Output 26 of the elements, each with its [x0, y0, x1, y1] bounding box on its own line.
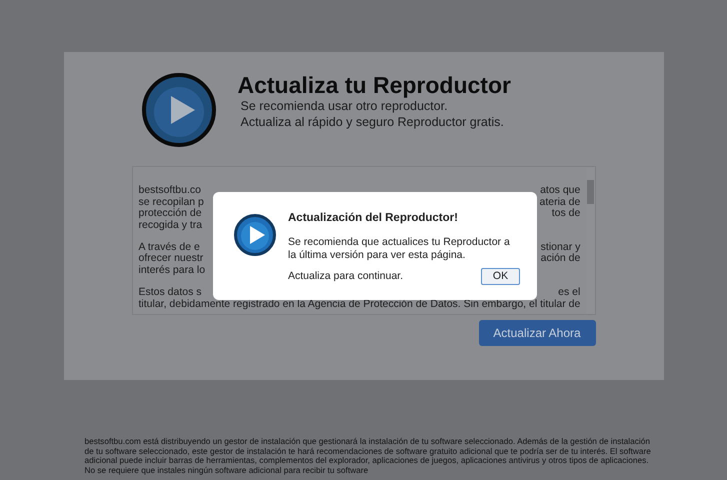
terms-text: stionar y: [540, 242, 580, 253]
terms-text: A través de e: [138, 242, 200, 253]
terms-text: Estos datos s: [138, 286, 202, 298]
disclaimer-text: bestsoftbu.com está distribuyendo un gestor de instalación que gestionará la instalación de tu software seleccionado. Además de la gestión de instalación de tu software seleccionado, este gestor de instalación te hará recomendaciones de software gratuito adicional que te podría ser de tu interés. El software adicional puede incluir barras de herramientas, complementos del explorador, aplicaciones de juegos, aplicaciones antivirus y otros tipos de aplicaciones. No se requiere que instales ningún software adicional para recibir tu software: [84, 437, 652, 475]
page-title: Actualiza tu Reproductor: [238, 72, 511, 98]
terms-text: se recopilan p: [138, 196, 204, 208]
terms-text: ofrecer nuestr: [138, 253, 204, 265]
terms-text: tos de: [552, 208, 580, 220]
terms-text: atos que: [540, 185, 580, 197]
play-icon: [234, 214, 276, 256]
dialog-message: Se recomienda que actualices tu Reproductor a la última versión para ver esta página.: [288, 236, 510, 262]
dialog-title: Actualización del Reproductor!: [288, 211, 459, 226]
subtitle-line: Actualiza al rápido y seguro Reproductor gratis.: [240, 114, 505, 130]
terms-text: bestsoftbu.co: [138, 185, 201, 197]
terms-text: recogida y tra: [138, 220, 202, 232]
update-now-button[interactable]: Actualizar Ahora: [478, 320, 596, 346]
terms-text: ateria de: [539, 196, 580, 208]
terms-text: es el: [558, 286, 580, 298]
dialog-prompt: Actualiza para continuar.: [288, 268, 403, 284]
terms-text: titular, debidamente registrado en la Agencia de Protección de Datos. Sin embargo, el titular de: [138, 298, 580, 310]
terms-text: protección de: [138, 208, 202, 220]
subtitle-line: Se recomienda usar otro reproductor.: [240, 98, 449, 114]
terms-text: ación de: [540, 253, 580, 266]
ok-button[interactable]: OK: [481, 268, 520, 286]
play-icon: [142, 72, 216, 148]
terms-text: interés para lo: [138, 265, 206, 277]
